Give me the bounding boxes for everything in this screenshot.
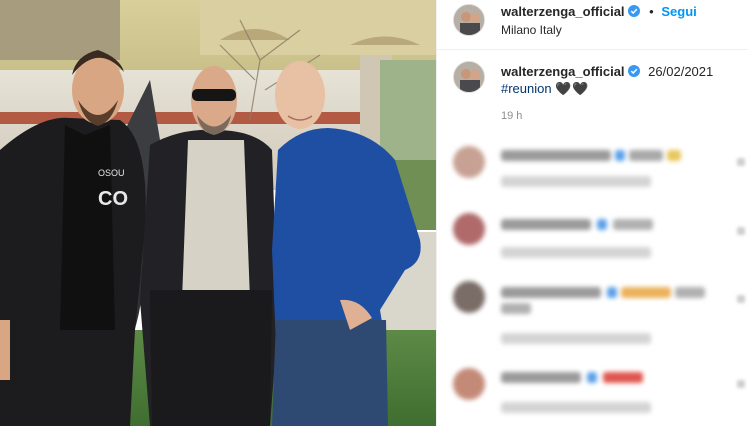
caption-username[interactable]: walterzenga_official: [501, 64, 625, 79]
separator-dot: •: [649, 4, 654, 19]
like-comment-icon[interactable]: [737, 295, 745, 303]
comment-item: [437, 146, 748, 206]
comment-text-blurred: [501, 372, 581, 383]
like-comment-icon[interactable]: [737, 227, 745, 235]
verified-badge-icon: [627, 65, 640, 77]
hashtag-link[interactable]: #reunion: [501, 81, 552, 96]
caption-date: 26/02/2021: [648, 64, 714, 79]
follow-button[interactable]: Segui: [661, 4, 696, 19]
comment-avatar[interactable]: [453, 146, 485, 178]
post-side-panel: walterzenga_official • Segui Milano Ital…: [436, 0, 748, 426]
post-location[interactable]: Milano Italy: [501, 23, 562, 37]
author-avatar[interactable]: [453, 4, 485, 36]
comment-avatar[interactable]: [453, 213, 485, 245]
comment-item: [437, 368, 748, 426]
hearts-emoji: 🖤🖤: [555, 81, 590, 96]
caption-text: #reunion 🖤🖤: [501, 81, 590, 97]
author-username[interactable]: walterzenga_official: [501, 4, 625, 19]
comment-text-blurred: [501, 287, 601, 298]
comment-text-blurred: [501, 150, 611, 161]
like-comment-icon[interactable]: [737, 380, 745, 388]
comment-item: [437, 213, 748, 273]
comment-avatar[interactable]: [453, 368, 485, 400]
caption-author-avatar[interactable]: [453, 61, 485, 93]
comment-item: [437, 281, 748, 351]
comment-text-blurred: [501, 219, 591, 230]
verified-badge-icon: [627, 5, 640, 17]
caption-time-ago: 19 h: [501, 110, 523, 122]
svg-text:CO: CO: [98, 188, 128, 210]
post-photo[interactable]: OSOU CO: [0, 0, 436, 426]
svg-text:OSOU: OSOU: [98, 168, 125, 178]
avatar-image: [454, 5, 484, 35]
comment-avatar[interactable]: [453, 281, 485, 313]
like-comment-icon[interactable]: [737, 158, 745, 166]
post-header: walterzenga_official • Segui Milano Ital…: [437, 0, 748, 50]
avatar-image: [454, 62, 484, 92]
post-photo-image: OSOU CO: [0, 0, 436, 426]
